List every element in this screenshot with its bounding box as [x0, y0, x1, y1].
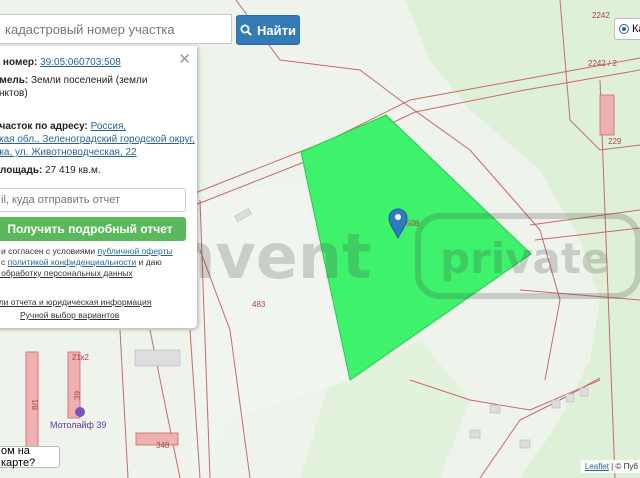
- on-map-button[interactable]: ом на карте?: [0, 445, 60, 469]
- radio-icon: [619, 24, 629, 34]
- cad-number-link[interactable]: 39:05:060703:508: [40, 57, 121, 68]
- poi-icon: [75, 407, 85, 417]
- parcel-label-229: 229: [608, 137, 622, 146]
- consent-offer-text: н и согласен с условиями: [0, 246, 98, 256]
- leaflet-link[interactable]: Leaflet: [585, 462, 609, 471]
- parcel-info-panel: ✕ й номер: 39:05:060703:508 емель: Земли…: [0, 46, 197, 328]
- area-label: площадь:: [0, 165, 43, 176]
- watermark-sub: private: [440, 234, 609, 283]
- email-field[interactable]: [0, 188, 186, 212]
- land-category-value-2: унктов): [0, 88, 28, 99]
- consent-offer-row: н и согласен с условиями публичной оферт…: [0, 246, 173, 257]
- close-icon[interactable]: ✕: [178, 50, 191, 68]
- layers-label: Ка: [632, 23, 640, 35]
- personal-data-link[interactable]: а обработку персональных данных: [0, 268, 133, 279]
- parcel-label-2242-2: 2242 / 2: [588, 59, 617, 68]
- consent-privacy-tail: и даю: [136, 257, 162, 267]
- parcel-label-483: 483: [252, 300, 266, 309]
- cad-number-row: й номер: 39:05:060703:508: [0, 56, 121, 69]
- cadastral-search-input[interactable]: [0, 14, 232, 44]
- land-category-label: емель:: [0, 75, 29, 86]
- address-row: участок по адресу: Россия,: [0, 120, 126, 133]
- map-attribution: Leaflet | © Пуб: [580, 460, 640, 473]
- address-label: участок по адресу:: [0, 121, 88, 132]
- area-value: 27 419 кв.м.: [45, 165, 101, 176]
- address-link-1[interactable]: Россия,: [91, 121, 127, 132]
- report-info-link[interactable]: али отчета и юридическая информация: [0, 297, 151, 308]
- cad-number-label: й номер:: [0, 57, 38, 68]
- address-link-2[interactable]: ская обл., Зеленоградский городской окру…: [0, 133, 195, 146]
- parcel-label-2242: 2242: [592, 11, 610, 20]
- land-category-row: емель: Земли поселений (земли: [0, 74, 147, 87]
- parcel-label-508: 508: [406, 219, 420, 228]
- search-button-label: Найти: [257, 22, 296, 38]
- consent-privacy-text: н с: [0, 257, 6, 267]
- parcel-label-348: 348: [156, 441, 170, 450]
- search-button[interactable]: Найти: [236, 15, 300, 45]
- address-link-3[interactable]: вка, ул. Животноводческая, 22: [0, 146, 137, 159]
- parcel-label-21k2: 21к2: [72, 353, 89, 362]
- privacy-link[interactable]: политикой конфиденциальности: [8, 257, 137, 267]
- offer-link[interactable]: публичной оферты: [98, 246, 173, 256]
- manual-select-link[interactable]: Ручной выбор вариантов: [20, 310, 119, 321]
- consent-privacy-row: н с политикой конфиденциальности и даю: [0, 257, 162, 268]
- poi-label: Мотолайф 39: [50, 420, 106, 430]
- search-icon: [240, 24, 252, 36]
- get-report-button[interactable]: Получить подробный отчет: [0, 217, 186, 241]
- parcel-label-8-1: 8/1: [31, 398, 40, 410]
- land-category-value: Земли поселений (земли: [31, 75, 148, 86]
- area-row: площадь: 27 419 кв.м.: [0, 164, 101, 177]
- layers-control[interactable]: Ка: [614, 18, 640, 40]
- parcel-label-39: 39: [73, 391, 82, 400]
- attribution-text: | © Пуб: [611, 462, 638, 471]
